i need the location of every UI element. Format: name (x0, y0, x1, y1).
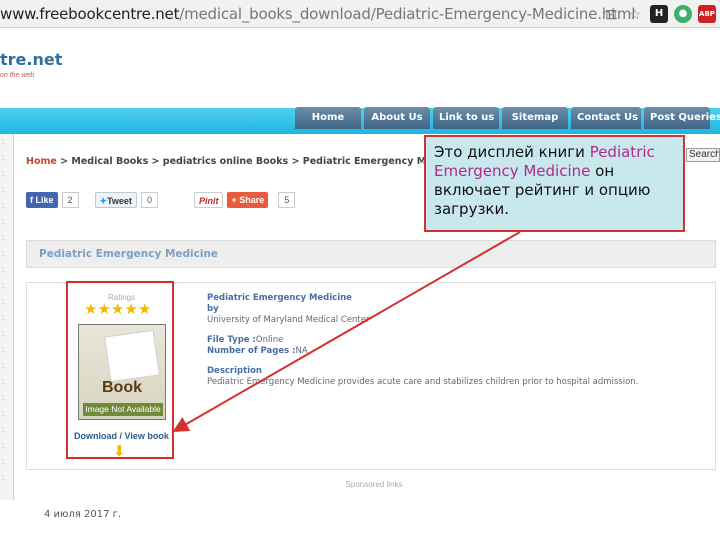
book-info: Pediatric Emergency Medicine by Universi… (207, 293, 638, 388)
description-text: Pediatric Emergency Medicine provides ac… (207, 377, 639, 387)
nav-about-us[interactable]: About Us (364, 107, 430, 129)
social-share-bar: f Like 2 ✦Tweet 0 Pinit + Share 5 (26, 192, 296, 208)
file-type-value: Online (255, 335, 284, 345)
pages-value: NA (295, 346, 308, 356)
pages-label: Number of Pages : (207, 346, 296, 356)
nav-contact-us[interactable]: Contact Us (571, 107, 641, 129)
sponsored-links-label: Sponsored links (345, 480, 403, 489)
main-nav: Home About Us Link to us Sitemap Contact… (295, 107, 720, 129)
tweet-button[interactable]: ✦Tweet (94, 192, 137, 208)
book-author: University of Maryland Medical Center (207, 315, 370, 325)
facebook-like-button[interactable]: f Like (26, 192, 58, 208)
url-text[interactable]: www.freebookcentre.net/medical_books_dow… (0, 4, 635, 24)
breadcrumb-trail[interactable]: > Medical Books > pediatrics online Book… (57, 156, 465, 167)
slide-date: 4 июля 2017 г. (44, 509, 122, 520)
extension-h-icon[interactable]: H (650, 5, 668, 23)
pinterest-pin-button[interactable]: Pinit (193, 192, 224, 208)
book-title[interactable]: Pediatric Emergency Medicine (207, 293, 638, 304)
facebook-icon: f (30, 195, 33, 205)
share-label: Share (239, 195, 265, 205)
tweet-count: 0 (140, 192, 158, 208)
share-plus-icon: + (231, 195, 237, 205)
nav-sitemap[interactable]: Sitemap (502, 107, 568, 129)
annotation-callout: Это дисплей книги Pediatric Emergency Me… (424, 135, 685, 232)
translate-icon[interactable]: ⊡ (602, 5, 620, 23)
url-path: /medical_books_download/Pediatric-Emerge… (179, 5, 636, 23)
description-label: Description (207, 366, 262, 376)
like-label: Like (35, 195, 54, 205)
pages-row: Number of Pages :NA (207, 346, 638, 357)
site-logo[interactable]: tre.net (0, 50, 62, 69)
nav-post-queries[interactable]: Post Queries (644, 107, 720, 129)
left-sidebar-edge: :::::::::::::::::::::: (0, 134, 14, 500)
browser-toolbar-icons: ⊡ ☆ H ● ABP (602, 4, 716, 24)
share-count: 5 (278, 192, 296, 208)
book-panel-header: Pediatric Emergency Medicine (26, 240, 716, 268)
callout-text-before: Это дисплей книги (434, 143, 590, 161)
nav-home[interactable]: Home (295, 107, 361, 129)
extension-abp-icon[interactable]: ABP (698, 5, 716, 23)
browser-address-bar[interactable]: www.freebookcentre.net/medical_books_dow… (0, 0, 720, 28)
site-tagline: on the web (0, 72, 35, 79)
bookmark-star-icon[interactable]: ☆ (626, 5, 644, 23)
tweet-label: Tweet (107, 196, 132, 206)
url-host: www.freebookcentre.net (0, 5, 180, 23)
share-button[interactable]: + Share (227, 192, 269, 208)
file-type-label: File Type : (207, 335, 256, 345)
file-type-row: File Type :Online (207, 335, 638, 346)
breadcrumb: Home > Medical Books > pediatrics online… (26, 156, 465, 167)
twitter-bird-icon: ✦ (99, 196, 108, 206)
nav-link-to-us[interactable]: Link to us (433, 107, 499, 129)
extension-green-icon[interactable]: ● (674, 5, 692, 23)
breadcrumb-home[interactable]: Home (26, 156, 57, 167)
search-button[interactable]: Search (686, 148, 720, 162)
book-panel-title: Pediatric Emergency Medicine (39, 248, 219, 260)
book-by: by (207, 304, 219, 314)
annotation-highlight-box (66, 281, 174, 459)
like-count: 2 (61, 192, 79, 208)
